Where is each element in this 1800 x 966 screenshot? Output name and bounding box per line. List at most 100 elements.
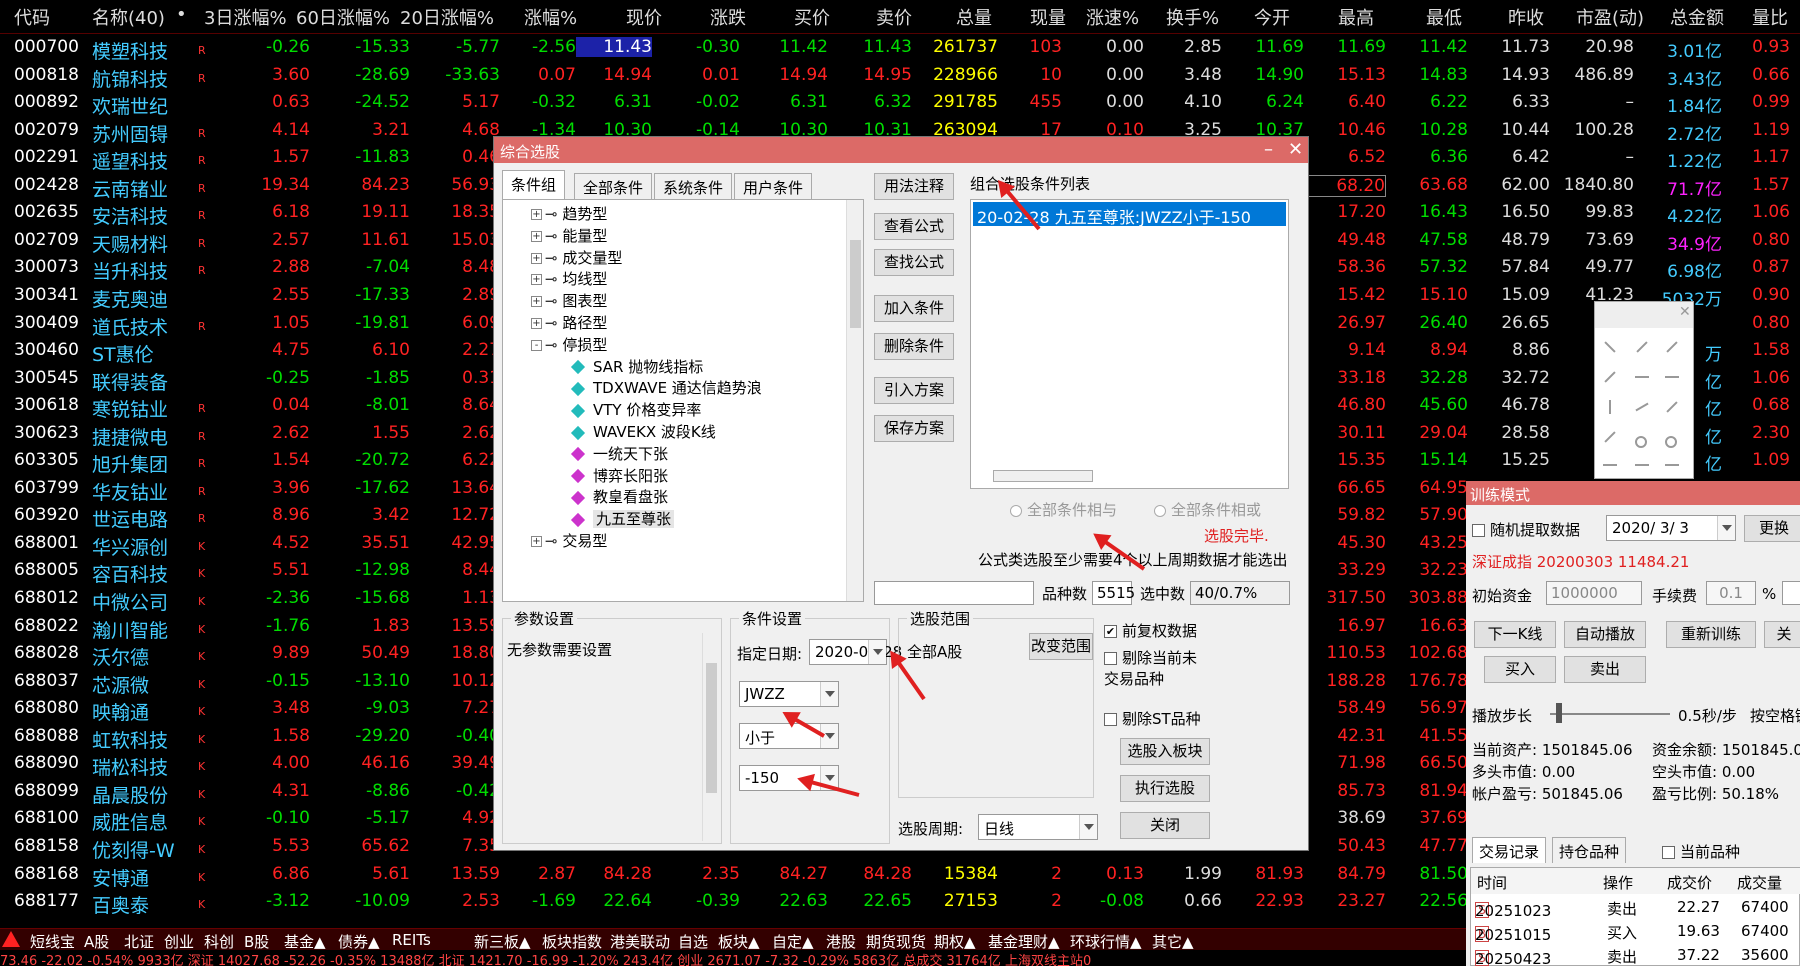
auto-play-button[interactable]: 自动播放 — [1564, 621, 1646, 648]
col-header-chg3[interactable]: 3日涨幅% — [204, 4, 287, 30]
col-header-bid[interactable]: 买价 — [794, 4, 830, 30]
col-header-speed[interactable]: 涨速% — [1086, 4, 1139, 30]
market-tab[interactable]: 板块▲ — [718, 931, 760, 952]
market-tab[interactable]: 债券▲ — [338, 931, 380, 952]
save-plan-button[interactable]: 保存方案 — [874, 415, 954, 442]
col-header-turnover[interactable]: 换手% — [1166, 4, 1219, 30]
zigzag-icon[interactable] — [1635, 464, 1649, 466]
col-header-pct[interactable]: 涨幅% — [524, 4, 577, 30]
scrollbar-thumb[interactable] — [850, 240, 861, 328]
tree-scrollbar[interactable] — [846, 200, 863, 601]
checkbox-icon[interactable] — [1104, 713, 1117, 726]
chevron-down-icon[interactable] — [1079, 815, 1097, 839]
trade-row[interactable]: B 20251015 买入 19.63 67400 — [1471, 918, 1800, 944]
col-header-price[interactable]: 现价 — [626, 4, 662, 30]
init-funds-input[interactable]: 1000000 — [1546, 581, 1642, 605]
close-training-button[interactable]: 关 — [1764, 621, 1800, 648]
tab-all-conditions[interactable]: 全部条件 — [574, 173, 653, 199]
table-row[interactable]: 000892 欢瑞世纪 0.63 -24.52 5.17 -0.32 6.31 -0.02 6.… — [0, 89, 1800, 118]
sell-button[interactable]: 卖出 — [1564, 656, 1646, 683]
expand-icon[interactable]: + — [531, 274, 542, 286]
random-data-checkbox[interactable]: 随机提取数据 — [1472, 519, 1580, 540]
tree-item[interactable]: 博弈长阳张 — [569, 465, 668, 486]
market-tab[interactable]: 北证 — [124, 931, 154, 952]
tree-item[interactable]: + ⊸ 路径型 — [531, 312, 607, 333]
tree-item[interactable]: + ⊸ 成交量型 — [531, 247, 622, 268]
checkbox-icon[interactable] — [1104, 652, 1117, 665]
col-header-open[interactable]: 今开 — [1254, 4, 1290, 30]
col-header-high[interactable]: 最高 — [1338, 4, 1374, 30]
step-slider-track[interactable] — [1550, 713, 1670, 715]
chk-exclude-st[interactable]: 剔除ST品种 — [1104, 708, 1201, 729]
market-tab[interactable]: 港股 — [826, 931, 856, 952]
chevron-down-icon[interactable] — [820, 682, 838, 706]
market-tab[interactable]: 期货现货 — [866, 931, 926, 952]
ray-icon[interactable] — [1666, 341, 1678, 353]
view-formula-button[interactable]: 查看公式 — [874, 213, 954, 240]
cursor-icon[interactable] — [1604, 341, 1616, 353]
train-date-select[interactable]: 2020/ 3/ 3 — [1606, 515, 1736, 541]
next-candle-button[interactable]: 下一K线 — [1474, 621, 1556, 648]
add-to-block-button[interactable]: 选股入板块 — [1120, 738, 1210, 765]
expand-icon[interactable]: + — [531, 296, 542, 308]
market-tab[interactable]: 创业 — [164, 931, 194, 952]
table-row[interactable]: 000818 航锦科技 R 3.60 -28.69 -33.63 0.07 14.94 0.01… — [0, 62, 1800, 91]
date-picker[interactable]: 2020-02-28 — [809, 639, 902, 665]
market-tab[interactable]: 板块指数 — [542, 931, 602, 952]
warning-icon[interactable] — [2, 931, 20, 947]
run-screening-button[interactable]: 执行选股 — [1120, 775, 1210, 802]
change-stock-button[interactable]: 更换 — [1744, 515, 1800, 542]
hline-icon[interactable] — [1635, 376, 1649, 378]
tab-condition-group[interactable]: 条件组 — [502, 170, 566, 200]
col-header-prev[interactable]: 昨收 — [1508, 4, 1544, 30]
market-tab[interactable]: 期权▲ — [934, 931, 976, 952]
col-header-code[interactable]: 代码 — [14, 4, 50, 30]
tab-positions[interactable]: 持仓品种 — [1552, 837, 1627, 863]
segment-icon[interactable] — [1604, 371, 1616, 383]
param-scrollbar[interactable] — [702, 633, 719, 841]
tab-trade-records[interactable]: 交易记录 — [1472, 837, 1547, 863]
condition-list[interactable]: 20-02-28 九五至尊张:JWZZ小于-150 — [970, 199, 1289, 489]
col-header-ratio[interactable]: 量比 — [1752, 4, 1788, 30]
tree-item[interactable]: + ⊸ 交易型 — [531, 530, 607, 551]
radio-and[interactable]: 全部条件相与 — [1010, 499, 1117, 520]
tree-item[interactable]: VTY 价格变异率 — [569, 399, 701, 420]
polyline-icon[interactable] — [1665, 464, 1679, 466]
arrow-line-icon[interactable] — [1665, 376, 1679, 378]
checkbox-checked-icon[interactable]: ✔ — [1104, 625, 1117, 638]
condition-list-scrollbar[interactable] — [993, 470, 1093, 482]
close-button[interactable]: 关闭 — [1120, 812, 1210, 839]
market-tab[interactable]: 短线宝 — [30, 931, 75, 952]
chevron-down-icon[interactable] — [868, 640, 886, 664]
market-tab[interactable]: B股 — [244, 931, 269, 952]
tree-item[interactable]: TDXWAVE 通达信趋势浪 — [569, 377, 762, 398]
vline-icon[interactable] — [1609, 400, 1611, 414]
market-tab[interactable]: 基金理财▲ — [988, 931, 1060, 952]
expand-icon[interactable]: + — [531, 536, 542, 547]
table-row[interactable]: 000700 模塑科技 R -0.26 -15.33 -5.77 -2.56 11.43 -0.… — [0, 34, 1800, 63]
market-tab[interactable]: 其它▲ — [1152, 931, 1194, 952]
col-header-name[interactable]: 名称(40) — [92, 4, 165, 30]
market-tab[interactable]: 基金▲ — [284, 931, 326, 952]
col-header-ask[interactable]: 卖价 — [876, 4, 912, 30]
fee-input[interactable]: 0.1 — [1706, 581, 1756, 605]
line-icon[interactable] — [1636, 341, 1648, 353]
circle-icon[interactable] — [1635, 436, 1647, 448]
channel-icon[interactable] — [1666, 401, 1678, 413]
ellipse-icon[interactable] — [1665, 436, 1677, 448]
restart-training-button[interactable]: 重新训练 — [1666, 621, 1756, 648]
tree-item[interactable]: + ⊸ 均线型 — [531, 268, 607, 289]
delete-condition-button[interactable]: 删除条件 — [874, 333, 954, 360]
tree-item[interactable]: 九五至尊张 — [569, 508, 675, 529]
col-header-cur[interactable]: 现量 — [1030, 4, 1066, 30]
checkbox-icon[interactable] — [1662, 846, 1675, 859]
col-header-chg20[interactable]: 20日涨幅% — [400, 4, 494, 30]
collapse-icon[interactable]: - — [531, 339, 542, 351]
tree-item[interactable]: SAR 抛物线指标 — [569, 356, 703, 377]
wave-icon[interactable] — [1635, 402, 1649, 412]
expand-icon[interactable]: + — [531, 230, 542, 242]
chk-exclude-untraded[interactable]: 剔除当前未交易品种 — [1104, 647, 1204, 689]
add-condition-button[interactable]: 加入条件 — [874, 295, 954, 322]
buy-button[interactable]: 买入 — [1484, 656, 1556, 683]
tree-item[interactable]: + ⊸ 趋势型 — [531, 203, 607, 224]
